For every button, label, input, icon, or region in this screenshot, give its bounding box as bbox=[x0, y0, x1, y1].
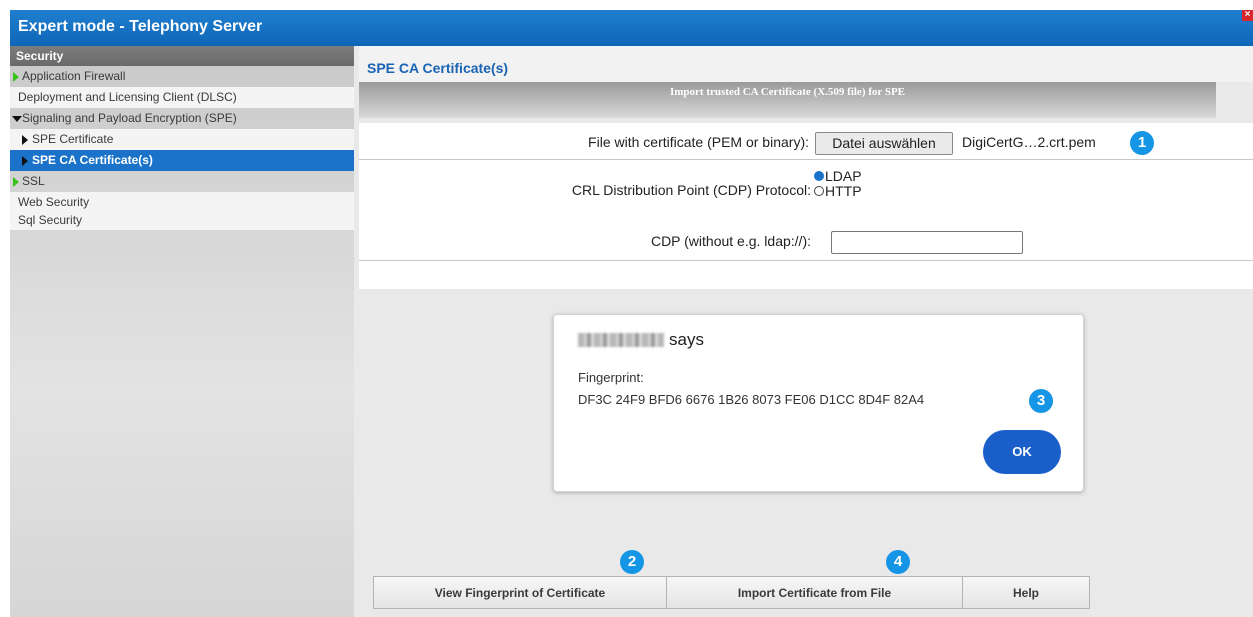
step-badge-3: 3 bbox=[1029, 389, 1053, 413]
sidebar-item-label: SSL bbox=[22, 174, 45, 188]
help-button[interactable]: Help bbox=[962, 576, 1090, 609]
blurred-hostname bbox=[578, 333, 664, 347]
bottom-toolbar: View Fingerprint of Certificate Import C… bbox=[373, 576, 1253, 611]
step-badge-2: 2 bbox=[620, 550, 644, 574]
divider bbox=[359, 260, 1253, 261]
fingerprint-value: DF3C 24F9 BFD6 6676 1B26 8073 FE06 D1CC … bbox=[578, 392, 925, 407]
collapse-arrow-icon bbox=[12, 116, 22, 122]
sidebar-item-label: SPE CA Certificate(s) bbox=[32, 153, 153, 167]
expert-mode-window: Expert mode - Telephony Server × Securit… bbox=[10, 10, 1253, 617]
sidebar-item-label: SPE Certificate bbox=[32, 132, 114, 146]
ok-button[interactable]: OK bbox=[983, 430, 1061, 474]
fingerprint-dialog: says Fingerprint: DF3C 24F9 BFD6 6676 1B… bbox=[553, 314, 1084, 492]
step-badge-4: 4 bbox=[886, 550, 910, 574]
sidebar-section-security[interactable]: Security bbox=[10, 46, 354, 66]
page-title: SPE CA Certificate(s) bbox=[359, 46, 1253, 82]
sidebar-item-spe[interactable]: Signaling and Payload Encryption (SPE) bbox=[10, 108, 354, 129]
view-fingerprint-button[interactable]: View Fingerprint of Certificate bbox=[373, 576, 667, 609]
file-name: DigiCertG…2.crt.pem bbox=[962, 134, 1096, 150]
sidebar-item-label: Web Security bbox=[18, 195, 90, 209]
sidebar-item-label: Sql Security bbox=[18, 213, 83, 227]
sidebar-item-web-security[interactable]: Web Security bbox=[10, 192, 354, 212]
cdp-label: CDP (without e.g. ldap://): bbox=[650, 233, 811, 249]
window-title: Expert mode - Telephony Server bbox=[10, 10, 1253, 46]
radio-ldap[interactable]: LDAP bbox=[814, 169, 862, 183]
import-certificate-button[interactable]: Import Certificate from File bbox=[666, 576, 963, 609]
step-badge-1: 1 bbox=[1130, 131, 1154, 155]
sidebar-item-ssl[interactable]: SSL bbox=[10, 171, 354, 192]
expand-arrow-icon bbox=[13, 177, 19, 187]
file-label: File with certificate (PEM or binary): bbox=[588, 134, 809, 150]
expand-arrow-icon bbox=[22, 135, 28, 145]
sidebar-item-label: Deployment and Licensing Client (DLSC) bbox=[18, 90, 237, 104]
sidebar-item-label: Application Firewall bbox=[22, 69, 126, 83]
expand-arrow-icon bbox=[13, 72, 19, 82]
radio-http[interactable]: HTTP bbox=[814, 184, 862, 198]
sidebar-item-dlsc[interactable]: Deployment and Licensing Client (DLSC) bbox=[10, 87, 354, 108]
radio-label: LDAP bbox=[825, 168, 862, 184]
fingerprint-label: Fingerprint: bbox=[578, 370, 644, 385]
cdp-input[interactable] bbox=[831, 231, 1023, 254]
sidebar: Security Application Firewall Deployment… bbox=[10, 46, 354, 617]
sidebar-item-spe-certificate[interactable]: SPE Certificate bbox=[10, 129, 354, 150]
sidebar-item-application-firewall[interactable]: Application Firewall bbox=[10, 66, 354, 87]
choose-file-button[interactable]: Datei auswählen bbox=[815, 132, 953, 155]
cdp-protocol-label: CRL Distribution Point (CDP) Protocol: bbox=[571, 182, 811, 198]
certificate-form: File with certificate (PEM or binary): D… bbox=[359, 123, 1253, 289]
dialog-says: says bbox=[669, 330, 704, 349]
radio-unchecked-icon[interactable] bbox=[814, 186, 824, 197]
close-icon[interactable]: × bbox=[1242, 10, 1253, 21]
expand-arrow-icon bbox=[22, 156, 28, 166]
sidebar-item-spe-ca-certificates[interactable]: SPE CA Certificate(s) bbox=[10, 150, 354, 171]
radio-checked-icon[interactable] bbox=[814, 171, 824, 182]
main-panel: SPE CA Certificate(s) Import trusted CA … bbox=[359, 46, 1253, 617]
sidebar-item-label: Signaling and Payload Encryption (SPE) bbox=[22, 111, 237, 125]
divider bbox=[359, 159, 1253, 160]
import-header-bar: Import trusted CA Certificate (X.509 fil… bbox=[359, 82, 1216, 118]
sidebar-item-sql-security[interactable]: Sql Security bbox=[10, 212, 354, 230]
radio-label: HTTP bbox=[825, 183, 862, 199]
